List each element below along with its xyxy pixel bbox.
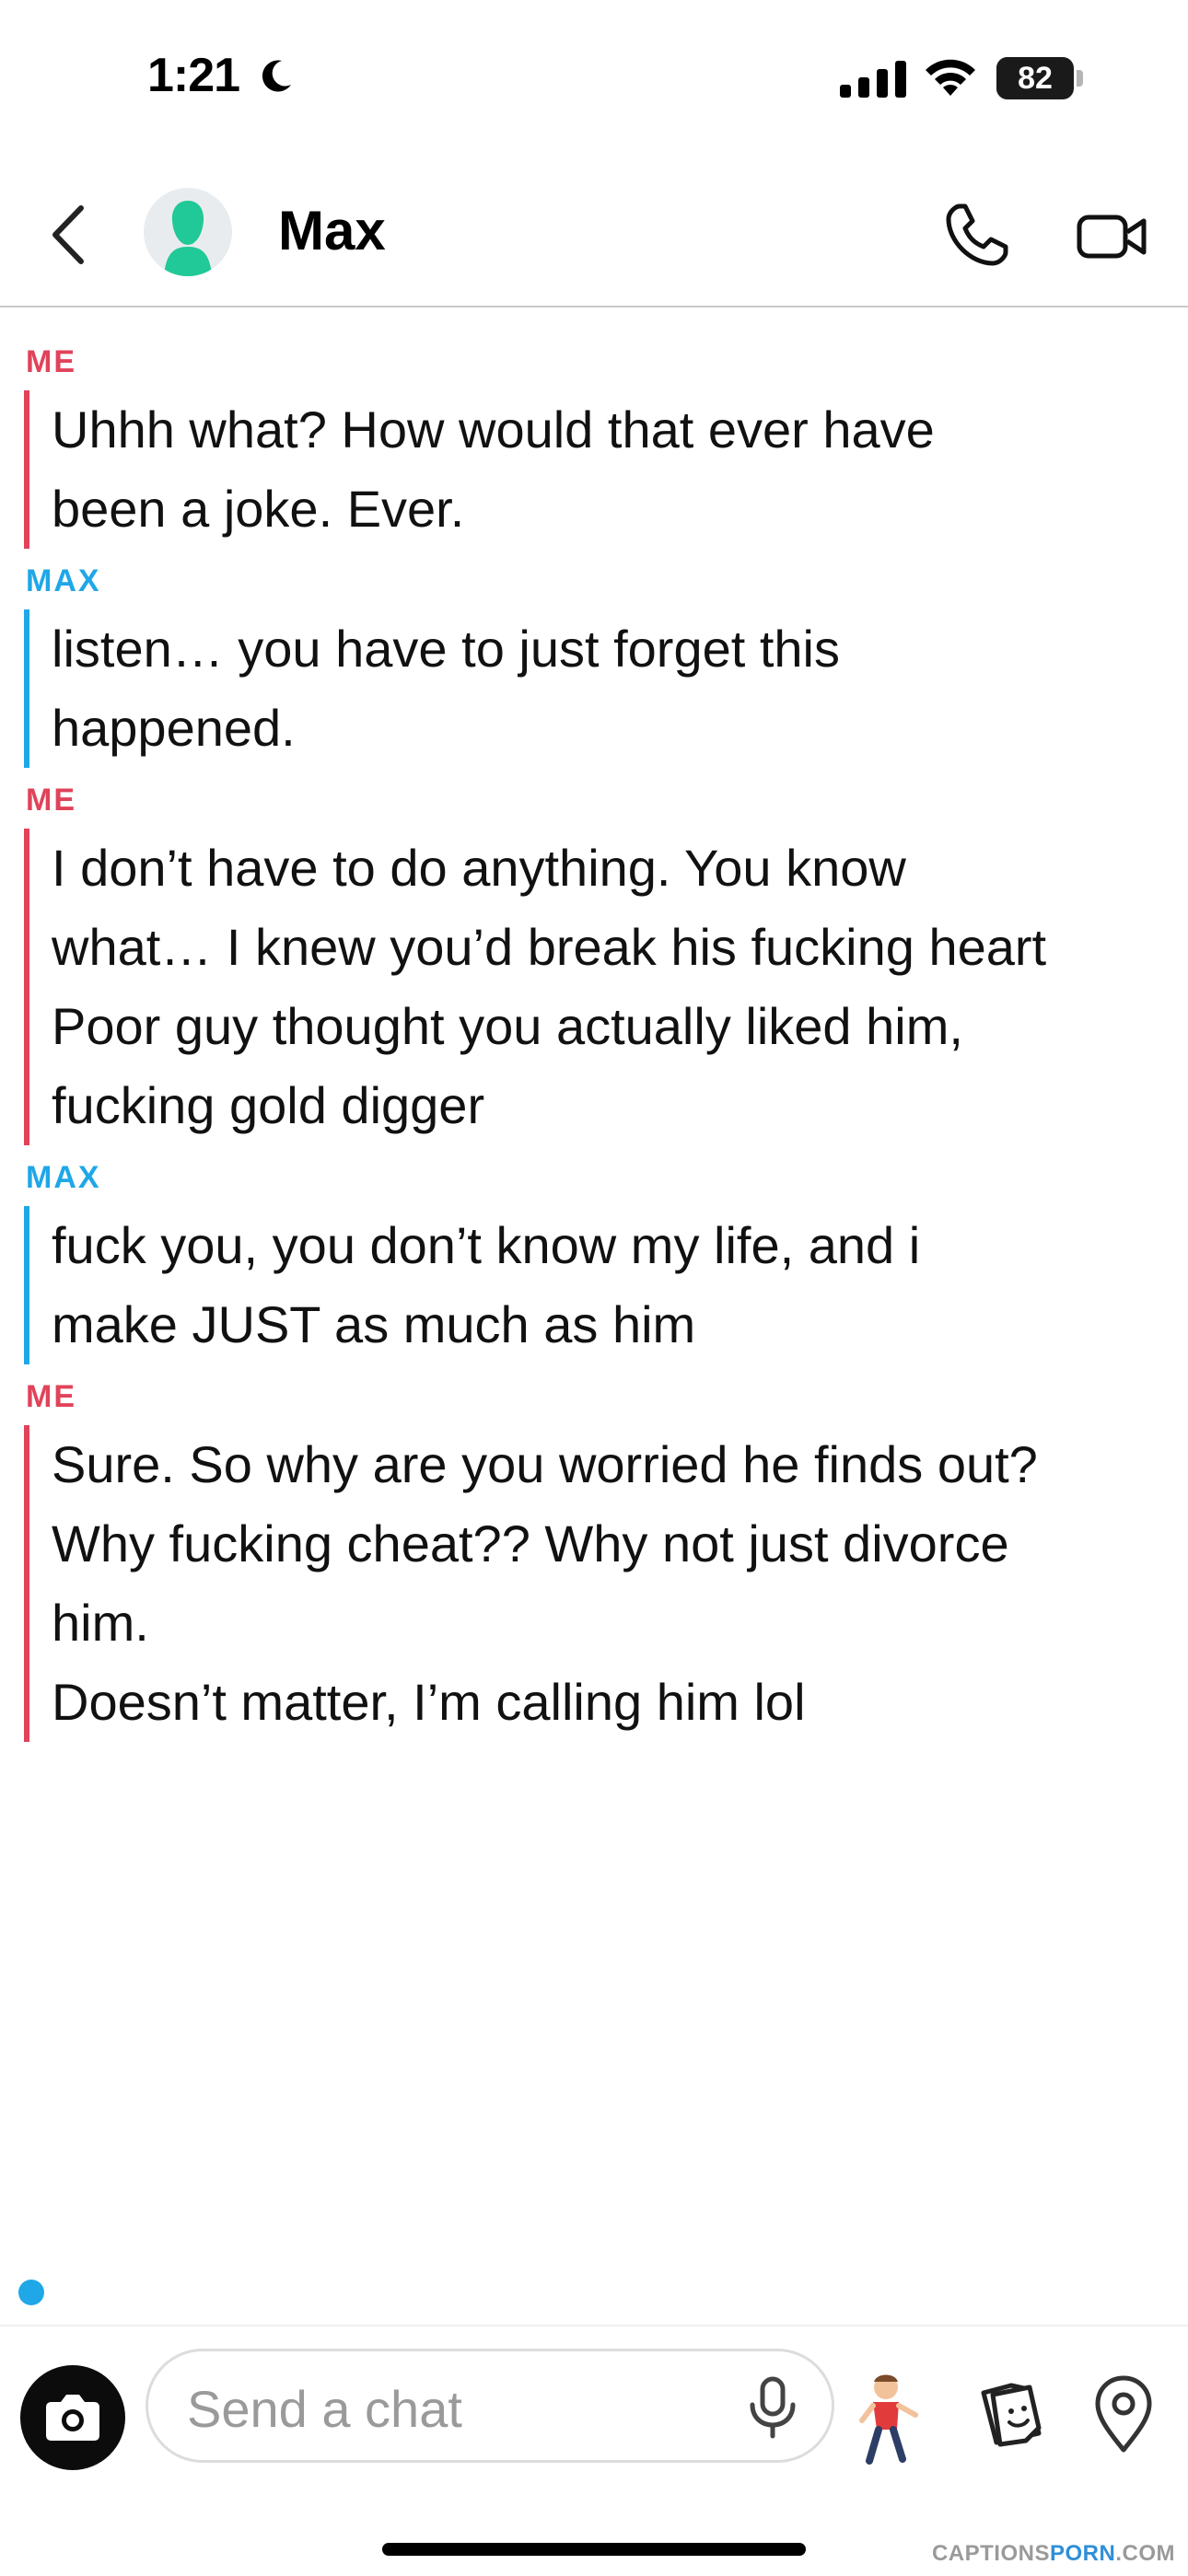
avatar[interactable] <box>144 188 232 276</box>
message-group: ME I don’t have to do anything. You know… <box>0 779 1188 1145</box>
watermark: CAPTIONSPORN.COM <box>932 2541 1175 2567</box>
avatar-icon <box>164 201 212 276</box>
camera-icon <box>46 2395 99 2441</box>
typing-indicator-dot <box>18 2280 44 2305</box>
message-line: been a joke. Ever. <box>52 480 465 538</box>
back-chevron-icon[interactable] <box>46 203 92 267</box>
sender-label: ME <box>26 344 76 379</box>
bitmoji-icon[interactable] <box>856 2369 921 2470</box>
video-camera-icon[interactable] <box>1076 204 1149 269</box>
message-group: MAX listen… you have to just forget this… <box>0 560 1188 768</box>
message-line: Why fucking cheat?? Why not just divorce <box>52 1514 1009 1572</box>
location-pin-icon[interactable] <box>1087 2373 1160 2455</box>
signal-icon <box>840 61 906 98</box>
wifi-icon <box>926 59 975 96</box>
watermark-part: CAPTIONS <box>931 2541 1050 2566</box>
sender-label: ME <box>26 783 76 818</box>
status-time: 1:21 <box>147 49 240 102</box>
message-group: ME Sure. So why are you worried he finds… <box>0 1375 1188 1742</box>
message-body[interactable]: Uhhh what? How would that ever have been… <box>24 390 1188 549</box>
battery-icon: 82 <box>996 57 1084 99</box>
message-line: Uhhh what? How would that ever have <box>52 400 935 458</box>
sender-label: MAX <box>26 1160 101 1195</box>
battery-level: 82 <box>1018 61 1053 96</box>
message-line: what… I knew you’d break his fucking hea… <box>52 918 1047 976</box>
chat-input[interactable]: Send a chat <box>146 2349 834 2463</box>
message-line: Poor guy thought you actually liked him, <box>52 997 963 1055</box>
camera-button[interactable] <box>20 2365 125 2470</box>
message-body[interactable]: listen… you have to just forget this hap… <box>24 609 1188 768</box>
status-bar: 1:21 82 <box>0 0 1188 157</box>
message-line: Doesn’t matter, I’m calling him lol <box>52 1673 806 1731</box>
message-line: Sure. So why are you worried he finds ou… <box>52 1435 1038 1493</box>
message-line: happened. <box>52 699 296 757</box>
message-line: make JUST as much as him <box>52 1295 696 1353</box>
message-body[interactable]: Sure. So why are you worried he finds ou… <box>24 1425 1188 1742</box>
message-body[interactable]: I don’t have to do anything. You know wh… <box>24 829 1188 1145</box>
message-body[interactable]: fuck you, you don’t know my life, and i … <box>24 1206 1188 1364</box>
sender-label: MAX <box>26 563 101 598</box>
message-line: him. <box>52 1594 149 1652</box>
moon-icon <box>262 60 291 92</box>
chat-transcript: ME Uhhh what? How would that ever have b… <box>0 341 1188 1753</box>
sender-label: ME <box>26 1379 76 1414</box>
message-group: ME Uhhh what? How would that ever have b… <box>0 341 1188 549</box>
message-line: I don’t have to do anything. You know <box>52 839 906 897</box>
home-indicator <box>382 2543 806 2556</box>
chat-input-placeholder: Send a chat <box>187 2380 462 2438</box>
sticker-icon[interactable] <box>974 2376 1048 2450</box>
chat-header: Max <box>0 166 1188 307</box>
watermark-part: .COM <box>1115 2541 1175 2566</box>
watermark-part: PORN <box>1049 2541 1116 2566</box>
message-line: fuck you, you don’t know my life, and i <box>52 1216 921 1274</box>
contact-name[interactable]: Max <box>278 199 386 262</box>
message-group: MAX fuck you, you don’t know my life, an… <box>0 1156 1188 1364</box>
phone-icon[interactable] <box>939 199 1013 273</box>
microphone-icon[interactable] <box>745 2375 800 2440</box>
message-line: listen… you have to just forget this <box>52 620 840 678</box>
composer-bar: Send a chat <box>0 2325 1188 2576</box>
message-line: fucking gold digger <box>52 1076 485 1134</box>
